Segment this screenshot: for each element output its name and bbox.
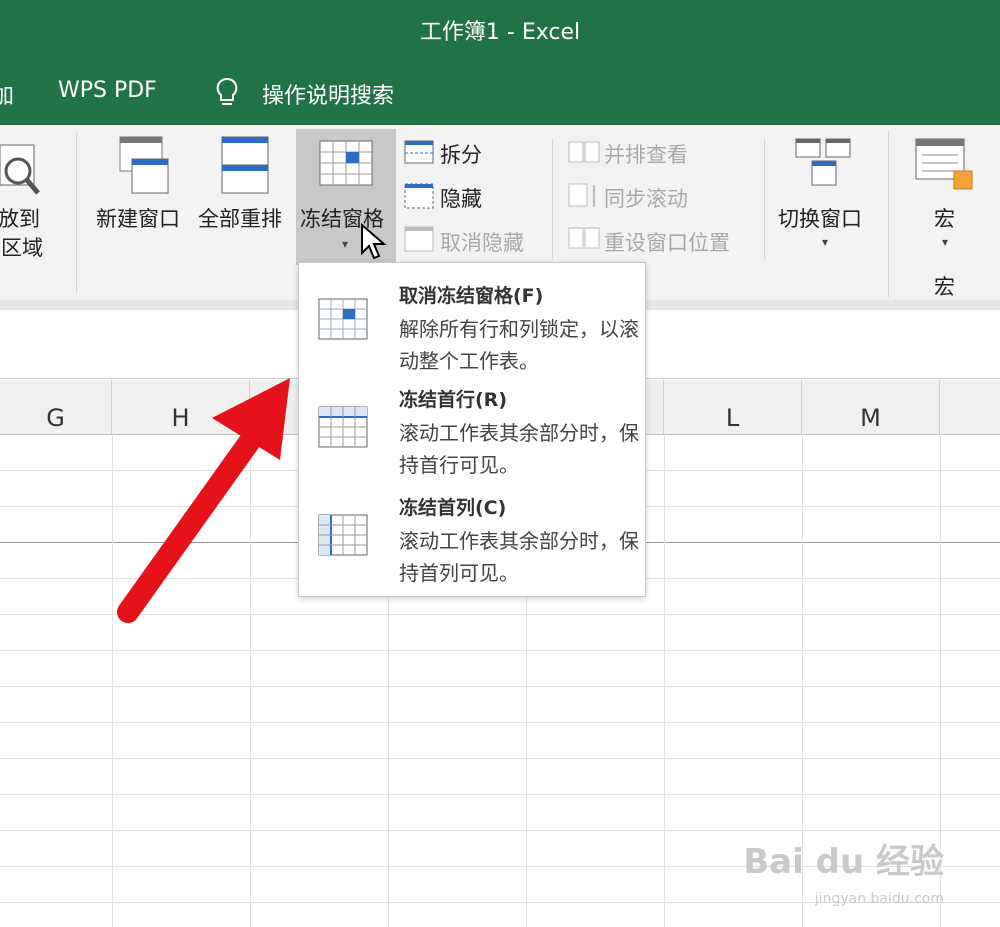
menu-item-title: 冻结首行(R) xyxy=(399,389,507,411)
column-header-l[interactable]: L xyxy=(664,380,802,434)
freeze-top-row-icon xyxy=(318,406,368,448)
lightbulb-icon xyxy=(216,77,238,105)
menu-item-unfreeze-panes[interactable]: 取消冻结窗格(F) 解除所有行和列锁定，以滚动整个工作表。 xyxy=(299,269,645,377)
reset-position-icon xyxy=(568,227,600,249)
freeze-panes-icon xyxy=(319,140,373,186)
macros-button[interactable]: 宏 xyxy=(934,203,955,233)
menu-item-title: 冻结首列(C) xyxy=(399,497,507,519)
sync-scroll-icon xyxy=(568,183,595,207)
menu-item-description: 解除所有行和列锁定，以滚动整个工作表。 xyxy=(399,317,639,373)
title-bar: 工作簿1 - Excel 加 WPS PDF 操作说明搜索 xyxy=(0,0,1000,125)
zoom-selection-icon xyxy=(0,144,40,195)
menu-item-description: 滚动工作表其余部分时，保持首列可见。 xyxy=(399,529,639,585)
window-title: 工作簿1 - Excel xyxy=(419,20,581,45)
watermark-url: jingyan.baidu.com xyxy=(814,891,944,907)
switch-windows-button[interactable]: 切换窗口 xyxy=(778,203,862,233)
hide-icon xyxy=(404,183,434,209)
freeze-first-column-icon xyxy=(318,514,368,556)
macros-icon xyxy=(915,138,973,190)
group-separator xyxy=(888,131,889,297)
new-window-icon xyxy=(119,136,169,194)
tell-me-search[interactable]: 操作说明搜索 xyxy=(262,78,394,110)
sync-scroll-button[interactable]: 同步滚动 xyxy=(604,183,688,213)
menu-tab-partial[interactable]: 加 xyxy=(0,78,14,110)
new-window-button[interactable]: 新建窗口 xyxy=(96,203,180,233)
column-header-m[interactable]: M xyxy=(802,380,940,434)
unfreeze-panes-icon xyxy=(318,298,368,340)
annotation-arrow xyxy=(117,378,290,623)
macros-group-label: 宏 xyxy=(934,275,955,299)
menu-item-description: 滚动工作表其余部分时，保持首行可见。 xyxy=(399,421,639,477)
unhide-icon xyxy=(404,226,434,252)
split-button[interactable]: 拆分 xyxy=(440,139,482,169)
menu-item-freeze-first-column[interactable]: 冻结首列(C) 滚动工作表其余部分时，保持首列可见。 xyxy=(299,485,645,593)
group-separator xyxy=(764,139,765,259)
reset-window-position-button[interactable]: 重设窗口位置 xyxy=(604,227,730,257)
switch-windows-icon xyxy=(795,138,851,186)
unhide-button[interactable]: 取消隐藏 xyxy=(440,227,524,257)
zoom-selection-label-2[interactable]: 定区域 xyxy=(0,232,43,262)
chevron-down-icon: ▾ xyxy=(942,235,949,249)
view-side-by-side-button[interactable]: 并排查看 xyxy=(604,139,688,169)
split-icon xyxy=(404,140,434,164)
column-header-g[interactable]: G xyxy=(0,380,112,434)
chevron-down-icon: ▾ xyxy=(342,237,349,251)
menu-item-title: 取消冻结窗格(F) xyxy=(399,285,544,307)
freeze-panes-dropdown: 取消冻结窗格(F) 解除所有行和列锁定，以滚动整个工作表。 冻结首行(R) 滚动… xyxy=(298,262,646,597)
arrow-shaft xyxy=(117,409,276,623)
zoom-selection-label-1[interactable]: 放到 xyxy=(0,203,40,233)
hide-button[interactable]: 隐藏 xyxy=(440,183,482,213)
arrange-all-icon xyxy=(221,136,269,194)
mouse-cursor-icon xyxy=(361,223,387,260)
menu-item-freeze-top-row[interactable]: 冻结首行(R) 滚动工作表其余部分时，保持首行可见。 xyxy=(299,377,645,485)
arrange-all-button[interactable]: 全部重排 xyxy=(198,203,282,233)
chevron-down-icon: ▾ xyxy=(822,235,829,249)
group-separator xyxy=(76,133,77,293)
menu-tab-wps-pdf[interactable]: WPS PDF xyxy=(58,78,157,103)
watermark-logo: Bai du 经验 xyxy=(743,842,944,882)
side-by-side-icon xyxy=(568,141,600,163)
group-separator xyxy=(552,139,553,259)
